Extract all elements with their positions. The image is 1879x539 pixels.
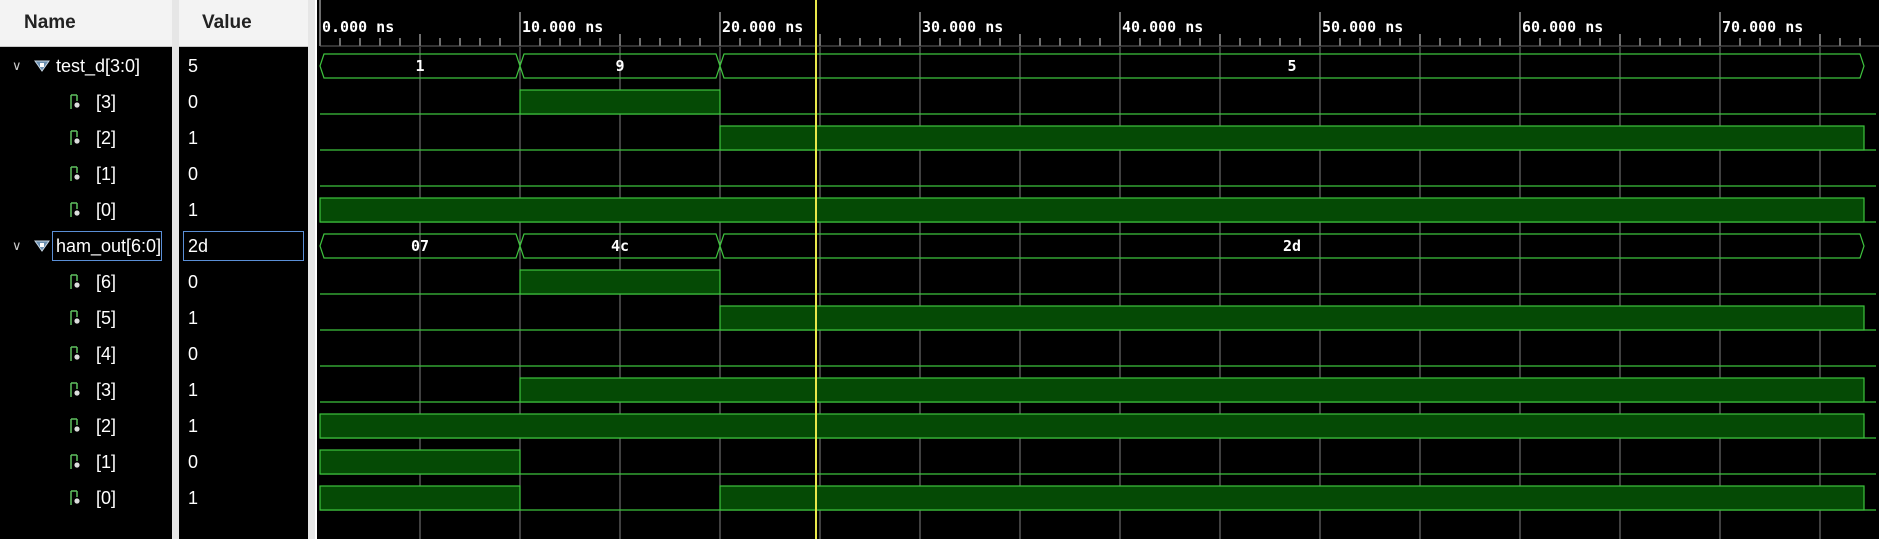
time-tick-label: 20.000 ns <box>722 18 803 36</box>
high-pulse <box>319 413 1865 439</box>
high-pulse <box>519 269 721 295</box>
high-pulse <box>319 449 521 475</box>
high-pulse <box>319 197 1865 223</box>
high-pulse <box>519 377 1865 403</box>
high-pulse <box>519 89 721 115</box>
bus-value-label: 9 <box>615 57 624 75</box>
bus-value-label: 5 <box>1287 57 1296 75</box>
time-tick-label: 50.000 ns <box>1322 18 1403 36</box>
waveform-panel[interactable]: 0.000 ns 10.000 ns 20.000 ns 30.000 ns 40.00… <box>0 0 1879 539</box>
time-tick-label: 0.000 ns <box>322 18 394 36</box>
high-pulse <box>719 305 1865 331</box>
time-tick-label: 70.000 ns <box>1722 18 1803 36</box>
time-tick-label: 40.000 ns <box>1122 18 1203 36</box>
bus-value-label: 2d <box>1283 237 1301 255</box>
bus-value-label: 4c <box>611 237 629 255</box>
time-tick-label: 30.000 ns <box>922 18 1003 36</box>
bus-value-label: 07 <box>411 237 429 255</box>
high-pulse <box>319 485 521 511</box>
time-tick-label: 60.000 ns <box>1522 18 1603 36</box>
bus-value-label: 1 <box>415 57 424 75</box>
high-pulse <box>719 485 1865 511</box>
high-pulse <box>719 125 1865 151</box>
time-tick-label: 10.000 ns <box>522 18 603 36</box>
